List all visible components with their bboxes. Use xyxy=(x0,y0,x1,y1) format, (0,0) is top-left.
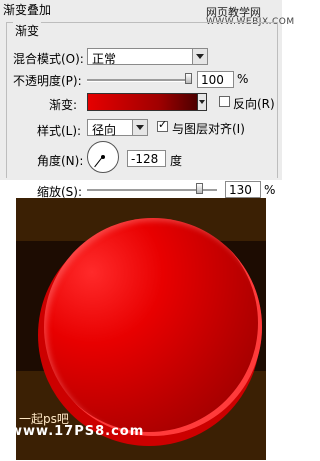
angle-dial[interactable] xyxy=(87,141,119,173)
gradient-picker-chevron-icon[interactable] xyxy=(197,93,207,111)
angle-input[interactable]: -128 xyxy=(127,150,166,167)
reverse-label: 反向(R) xyxy=(233,97,275,111)
chevron-down-icon xyxy=(132,120,147,135)
style-label: 样式(L): xyxy=(37,124,82,138)
gradient-swatch[interactable] xyxy=(87,93,207,111)
panel-title: 渐变叠加 xyxy=(3,3,52,17)
gradient-label: 渐变: xyxy=(49,98,78,112)
watermark-bottom-line2: www.17PS8.com xyxy=(10,424,145,439)
scale-input[interactable]: 130 xyxy=(225,181,261,198)
blend-mode-value: 正常 xyxy=(92,52,117,66)
opacity-slider-thumb[interactable] xyxy=(185,73,192,84)
opacity-slider-track[interactable] xyxy=(87,79,191,82)
opacity-unit: % xyxy=(237,72,249,86)
opacity-input[interactable]: 100 xyxy=(197,71,234,88)
chevron-down-icon xyxy=(192,49,207,64)
align-with-layer-label: 与图层对齐(I) xyxy=(172,122,245,136)
blend-mode-select[interactable]: 正常 xyxy=(87,48,208,66)
scale-slider-thumb[interactable] xyxy=(196,183,203,194)
red-ball xyxy=(44,218,262,436)
blend-mode-label: 混合模式(O): xyxy=(13,52,84,66)
angle-label: 角度(N): xyxy=(37,154,84,168)
angle-dial-needle-icon xyxy=(94,156,103,168)
align-with-layer-checkbox[interactable] xyxy=(157,118,168,132)
scale-unit: % xyxy=(264,183,276,197)
reverse-checkbox[interactable] xyxy=(219,96,230,107)
style-value: 径向 xyxy=(92,123,117,137)
angle-unit: 度 xyxy=(170,154,183,168)
style-select[interactable]: 径向 xyxy=(87,119,148,137)
section-title: 渐变 xyxy=(13,22,42,39)
opacity-label: 不透明度(P): xyxy=(13,74,82,88)
